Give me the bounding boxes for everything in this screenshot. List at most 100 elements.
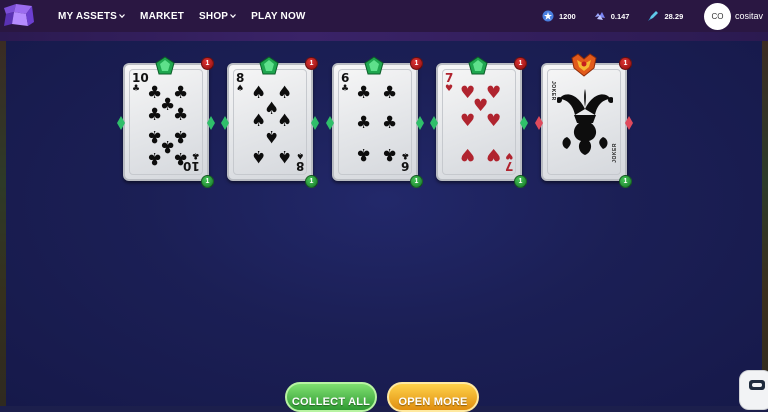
side-gem-icon [207,116,215,130]
card-joker[interactable]: JOKER JOKER 1 1 [535,53,636,190]
club-pip: ♣ [382,83,398,103]
emerald-gem-icon [259,56,279,75]
side-gem-icon [416,116,424,130]
rank-text: 7 [504,159,513,173]
jester-hat-icon [557,89,613,155]
club-pip: ♣ [356,113,372,133]
club-pip: ♣ [147,105,163,125]
card-face: 8 ♠ ♠ ♠ ♠ ♠ ♠ ♠ ♠ ♠ 8 ♠ [227,63,313,181]
card-7-hearts[interactable]: 7 ♥ ♥ ♥ ♥ ♥ ♥ ♥ ♥ 7 ♥ 1 1 [430,56,531,190]
card-8-spades[interactable]: 8 ♠ ♠ ♠ ♠ ♠ ♠ ♠ ♠ ♠ 8 ♠ 1 1 [221,56,322,190]
suit-text: ♣ [400,150,409,160]
rank-text: 7 [445,71,454,85]
count-badge-top: 1 [410,57,423,70]
nav-divider [0,32,768,41]
user-menu[interactable]: CO cositav [704,2,763,30]
heart-pip: ♥ [460,144,476,164]
side-gem-icon [326,116,334,130]
count-badge-top: 1 [305,57,318,70]
nav-market[interactable]: MARKET [140,11,184,22]
nav-my-assets[interactable]: MY ASSETS [58,11,125,22]
chevron-down-icon [230,14,237,19]
rank-text: 10 [183,159,200,173]
count-badge-bottom: 1 [514,175,527,188]
side-gem-icon [430,116,438,130]
side-decoration-right [762,32,768,406]
card-rank-top: 8 ♠ [236,71,245,95]
club-pip: ♣ [356,144,372,164]
nav-play-now-label: PLAY NOW [251,10,306,22]
rank-text: 8 [295,159,304,173]
emerald-gem-icon [364,56,384,75]
count-badge-bottom: 1 [410,175,423,188]
spade-pip: ♠ [277,146,293,166]
stat-crystal: 0.147 [594,10,630,22]
club-pip: ♣ [173,126,189,146]
club-pip: ♣ [173,83,189,103]
stat-coins: 1200 [542,10,576,22]
count-badge-top: 1 [619,57,632,70]
card-rank-bottom: 6 ♣ [400,149,409,173]
count-badge-bottom: 1 [305,175,318,188]
side-gem-icon [311,116,319,130]
star-coin-icon [542,10,554,22]
club-pip: ♣ [382,113,398,133]
top-nav: MY ASSETS MARKET SHOP PLAY NOW 1200 0.14… [0,0,768,32]
stat-crystal-value: 0.147 [610,11,630,21]
avatar[interactable]: CO [704,2,731,30]
collect-all-button[interactable]: COLLECT ALL [285,382,377,412]
spade-pip: ♠ [277,83,293,103]
side-gem-icon [117,116,125,130]
card-6-clubs[interactable]: 6 ♣ ♣ ♣ ♣ ♣ ♣ ♣ 6 ♣ 1 1 [326,56,427,190]
heart-pip: ♥ [460,111,476,131]
rocket-token-icon [648,11,659,21]
suit-text: ♠ [295,150,304,160]
card-10-clubs[interactable]: 10 ♣ ♣ ♣ ♣ ♣ ♣ ♣ ♣ ♣ ♣ ♣ 10 ♣ 1 1 [117,56,218,190]
side-gem-icon [221,116,229,130]
crest-emblem-icon [571,53,597,77]
side-gem-red-icon [535,116,543,130]
heart-pip: ♥ [486,111,502,131]
club-pip: ♣ [147,148,163,168]
rank-text: 8 [236,71,245,85]
spade-pip: ♠ [251,146,267,166]
club-pip: ♣ [356,83,372,103]
count-badge-bottom: 1 [201,175,214,188]
club-pip: ♣ [173,105,189,125]
open-more-button[interactable]: OPEN MORE [387,382,479,412]
rank-text: 6 [400,159,409,173]
spade-pip: ♠ [264,126,280,146]
suit-text: ♣ [341,84,350,94]
card-rank-top: 7 ♥ [445,71,454,95]
card-rank-bottom: 8 ♠ [295,149,304,173]
stat-rocket-value: 28.29 [664,11,684,21]
count-badge-bottom: 1 [619,175,632,188]
count-badge-top: 1 [201,57,214,70]
nav-shop[interactable]: SHOP [199,10,237,22]
card-face: 10 ♣ ♣ ♣ ♣ ♣ ♣ ♣ ♣ ♣ ♣ ♣ 10 ♣ [123,63,209,181]
logo-icon[interactable] [2,2,36,30]
club-pip: ♣ [382,144,398,164]
stat-rocket: 28.29 [647,10,683,22]
joker-label-left: JOKER [550,81,556,101]
count-badge-top: 1 [514,57,527,70]
nav-my-assets-label: MY ASSETS [58,10,118,22]
balance-stats: 1200 0.147 28.29 [542,0,701,32]
heart-pip: ♥ [486,144,502,164]
emerald-gem-icon [155,56,175,75]
emerald-gem-icon [468,56,488,75]
spade-pip: ♠ [277,111,293,131]
card-rank-bottom: 10 ♣ [183,149,200,173]
chat-widget-button[interactable] [739,370,768,410]
card-rank-top: 6 ♣ [341,72,350,95]
suit-text: ♠ [236,84,245,94]
stat-coins-value: 1200 [559,11,576,21]
card-face: JOKER JOKER [541,63,627,181]
card-face: 6 ♣ ♣ ♣ ♣ ♣ ♣ ♣ 6 ♣ [332,63,418,181]
nav-play-now[interactable]: PLAY NOW [251,11,305,22]
nav-market-label: MARKET [140,10,185,22]
chevron-down-icon [119,14,125,19]
nav-shop-label: SHOP [199,10,229,22]
nav-links: MY ASSETS MARKET SHOP PLAY NOW [58,0,306,32]
side-gem-red-icon [625,116,633,130]
